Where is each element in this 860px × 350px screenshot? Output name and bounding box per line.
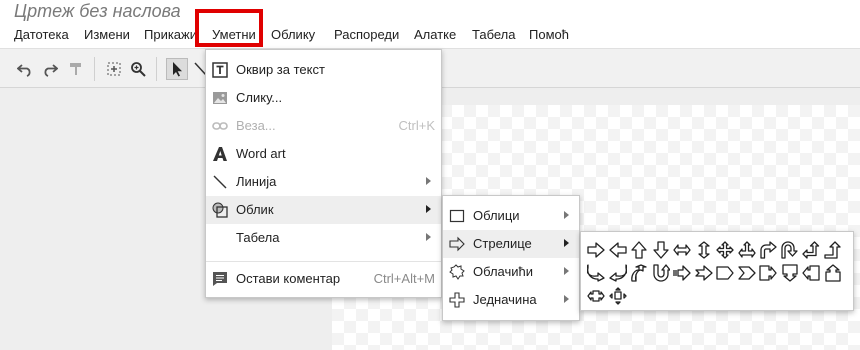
down-arrow-icon[interactable] (651, 240, 671, 260)
menu-item-word-art[interactable]: Word art (206, 140, 441, 168)
document-title[interactable]: Цртеж без наслова (14, 1, 181, 22)
up-arrow-callout-icon[interactable] (823, 263, 843, 283)
submenu-arrow-icon (426, 205, 431, 213)
menu-item-link: Веза... Ctrl+K (206, 112, 441, 140)
menu-item-table[interactable]: Табела (206, 224, 441, 252)
zoom-fit-icon[interactable] (104, 59, 124, 79)
menu-arrange[interactable]: Распореди (334, 27, 399, 42)
insert-dropdown-menu: Оквир за текст Слику... Веза... Ctrl+K W… (205, 49, 442, 298)
left-arrow-icon[interactable] (608, 240, 628, 260)
menu-format[interactable]: Облику (271, 27, 315, 42)
submenu-arrow-icon (426, 177, 431, 185)
menu-file[interactable]: Датотека (14, 27, 69, 42)
striped-right-arrow-icon[interactable] (672, 263, 692, 283)
menu-help[interactable]: Помоћ (529, 27, 569, 42)
right-arrow-callout-icon[interactable] (758, 263, 778, 283)
submenu-arrow-icon (564, 211, 569, 219)
menu-item-shape[interactable]: Облик (206, 196, 441, 224)
quad-arrow-icon[interactable] (715, 240, 735, 260)
select-cursor-icon[interactable] (166, 58, 188, 80)
chevron-arrow-icon[interactable] (737, 263, 757, 283)
notched-right-arrow-icon[interactable] (694, 263, 714, 283)
bent-up-arrow-icon[interactable] (823, 240, 843, 260)
menu-tools[interactable]: Алатке (414, 27, 456, 42)
pentagon-arrow-icon[interactable] (715, 263, 735, 283)
menu-table[interactable]: Табела (472, 27, 516, 42)
up-down-arrow-icon[interactable] (694, 240, 714, 260)
bent-arrow-icon[interactable] (758, 240, 778, 260)
submenu-arrow-icon (564, 239, 569, 247)
arrow-shapes-palette (580, 231, 854, 311)
menu-bar: Датотека Измени Прикажи Уметни Облику Ра… (0, 25, 860, 47)
link-icon (212, 118, 228, 134)
menu-item-comment[interactable]: Остави коментар Ctrl+Alt+M (206, 265, 441, 293)
left-right-arrow-callout-icon[interactable] (586, 286, 606, 306)
u-turn-arrow-icon[interactable] (780, 240, 800, 260)
menu-edit[interactable]: Измени (84, 27, 130, 42)
curved-right-arrow-icon[interactable] (586, 263, 606, 283)
left-arrow-callout-icon[interactable] (801, 263, 821, 283)
redo-icon[interactable] (40, 59, 60, 79)
menu-item-text-box[interactable]: Оквир за текст (206, 56, 441, 84)
left-right-up-arrow-icon[interactable] (737, 240, 757, 260)
submenu-item-arrows[interactable]: Стрелице (443, 230, 579, 258)
menu-item-image[interactable]: Слику... (206, 84, 441, 112)
left-up-arrow-icon[interactable] (801, 240, 821, 260)
comment-icon (212, 271, 228, 287)
arrow-shape-icon (449, 236, 465, 252)
submenu-arrow-icon (426, 233, 431, 241)
shape-submenu: Облици Стрелице Облачићи Једначина (442, 195, 580, 321)
submenu-arrow-icon (564, 267, 569, 275)
down-arrow-callout-icon[interactable] (780, 263, 800, 283)
menu-item-line[interactable]: Линија (206, 168, 441, 196)
image-icon (212, 90, 228, 106)
rectangle-icon (449, 208, 465, 224)
submenu-item-callouts[interactable]: Облачићи (443, 258, 579, 286)
curved-left-arrow-icon[interactable] (608, 263, 628, 283)
quad-arrow-callout-icon[interactable] (608, 286, 628, 306)
word-art-icon (212, 146, 228, 162)
plus-shape-icon (449, 292, 465, 308)
shape-icon (212, 202, 228, 218)
submenu-item-equations[interactable]: Једначина (443, 286, 579, 314)
text-box-icon (212, 62, 228, 78)
zoom-icon[interactable] (128, 59, 148, 79)
line-icon (212, 174, 228, 190)
paint-format-icon[interactable] (66, 59, 86, 79)
insert-menu-highlight (195, 9, 263, 47)
up-arrow-icon[interactable] (629, 240, 649, 260)
right-arrow-icon[interactable] (586, 240, 606, 260)
submenu-item-shapes[interactable]: Облици (443, 202, 579, 230)
curved-down-arrow-icon[interactable] (651, 263, 671, 283)
callout-icon (449, 264, 465, 280)
undo-icon[interactable] (15, 59, 35, 79)
menu-view[interactable]: Прикажи (144, 27, 197, 42)
submenu-arrow-icon (564, 295, 569, 303)
left-right-arrow-icon[interactable] (672, 240, 692, 260)
curved-up-arrow-icon[interactable] (629, 263, 649, 283)
